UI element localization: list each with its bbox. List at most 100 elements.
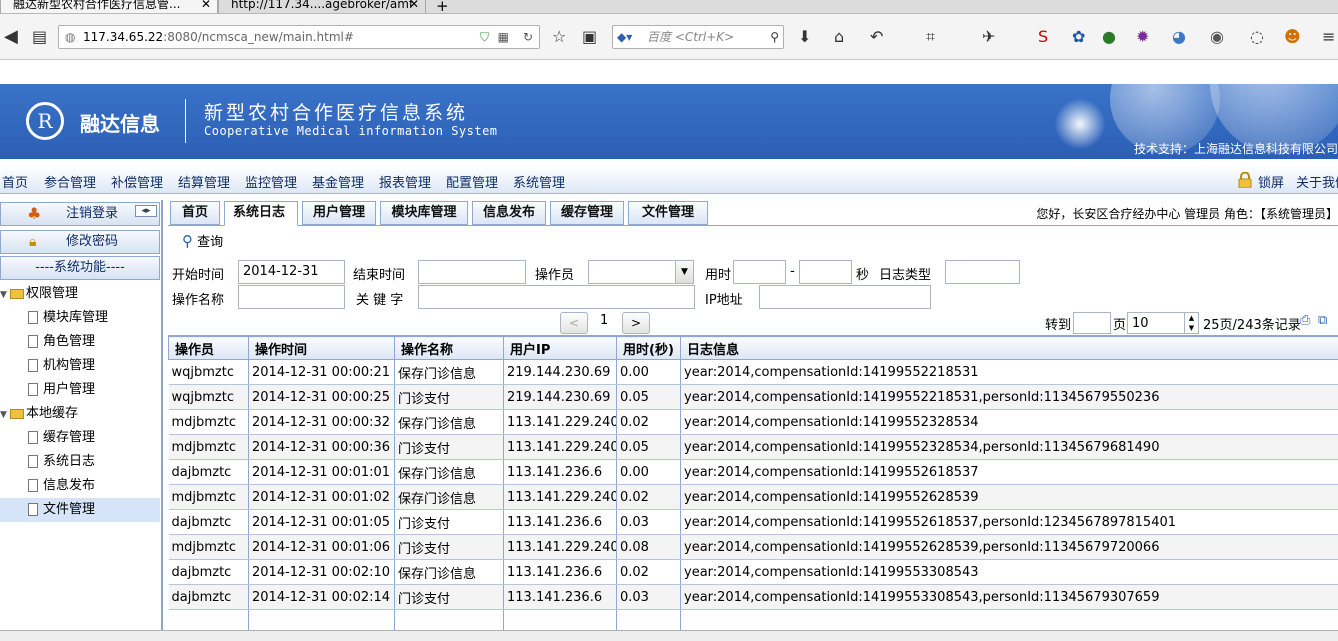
menu-settlement[interactable]: 结算管理 (178, 172, 230, 191)
url-bar[interactable]: ◍ 117.34.65.22:8080/ncmsca_new/main.html… (58, 25, 540, 49)
close-icon[interactable]: ✕ (201, 0, 211, 11)
tab-syslog[interactable]: 系统日志✕ (224, 201, 298, 242)
qr-icon[interactable]: ▦ (498, 26, 509, 48)
tree-item-syslog[interactable]: 系统日志 (0, 450, 160, 474)
menu-report[interactable]: 报表管理 (379, 172, 431, 191)
tree-folder-permissions[interactable]: ▼ 权限管理 (0, 282, 160, 306)
prev-page-button[interactable]: < (560, 312, 588, 334)
tab-label: 模块库管理 (391, 205, 457, 220)
tab-publish[interactable]: 信息发布 (472, 201, 546, 225)
page-size-spinner[interactable]: 10 ▲ ▼ (1127, 312, 1199, 334)
home-icon[interactable]: ⌂ (834, 28, 844, 46)
tab-users[interactable]: 用户管理 (302, 201, 376, 225)
export-icon[interactable]: ⧉ (1318, 313, 1327, 328)
search-icon[interactable]: ⚲ (770, 26, 779, 48)
tab-home[interactable]: 首页 (170, 201, 220, 225)
tree-item-cache[interactable]: 缓存管理 (0, 426, 160, 450)
table-row[interactable]: dajbmztc 2014-12-31 00:01:05 门诊支付 113.14… (168, 509, 1338, 535)
menu-enrollment[interactable]: 参合管理 (44, 172, 96, 191)
change-password-button[interactable]: 🔒︎ 修改密码 (0, 230, 160, 254)
gear-ext-icon[interactable]: ◉ (1210, 28, 1224, 46)
table-row[interactable]: mdjbmztc 2014-12-31 00:00:36 门诊支付 113.14… (168, 434, 1338, 460)
cookie-icon[interactable]: ◌ (1250, 28, 1264, 46)
col-user-ip[interactable]: 用户IP (503, 336, 617, 360)
tree-item-roles[interactable]: 角色管理 (0, 330, 160, 354)
close-icon[interactable]: ✕ (409, 0, 419, 11)
table-row[interactable]: wqjbmztc 2014-12-31 00:00:25 门诊支付 219.14… (168, 384, 1338, 410)
tree-folder-local-cache[interactable]: ▼ 本地缓存 (0, 402, 160, 426)
expand-icon[interactable]: ▼ (0, 283, 10, 307)
table-row[interactable]: dajbmztc 2014-12-31 00:02:10 保存门诊信息 113.… (168, 559, 1338, 585)
crop-icon[interactable]: ⌗ (926, 28, 935, 46)
menu-monitor[interactable]: 监控管理 (245, 172, 297, 191)
table-row[interactable]: wqjbmztc 2014-12-31 00:00:21 保存门诊信息 219.… (168, 359, 1338, 385)
browser-tab-active[interactable]: 融达新型农村合作医疗信息管... ✕ (0, 0, 218, 13)
cell-user-ip: 113.141.236.6 (503, 509, 617, 535)
tab-modules[interactable]: 模块库管理 (380, 201, 468, 225)
chevron-down-icon[interactable]: ▼ (675, 261, 693, 283)
tree-item-modules[interactable]: 模块库管理 (0, 306, 160, 330)
file-icon (28, 311, 38, 324)
new-tab-button[interactable]: + (436, 0, 449, 13)
menu-system[interactable]: 系统管理 (513, 172, 565, 191)
operator-select[interactable]: ▼ (588, 260, 694, 284)
cell-duration: 0.08 (616, 534, 681, 560)
table-row[interactable]: dajbmztc 2014-12-31 00:02:14 门诊支付 113.14… (168, 584, 1338, 610)
reader-icon[interactable]: ▣ (582, 28, 597, 46)
reload-icon[interactable]: ↻ (523, 26, 533, 48)
duration-min-input[interactable] (733, 260, 786, 284)
back-icon[interactable]: ◀ (4, 28, 18, 46)
virus-icon[interactable]: ✹ (1136, 28, 1149, 46)
s-extension-icon[interactable]: S (1038, 28, 1048, 46)
menu-fund[interactable]: 基金管理 (312, 172, 364, 191)
print-icon[interactable]: ⎙ (1300, 313, 1310, 328)
bookmark-star-icon[interactable]: ☆ (552, 28, 566, 46)
col-op-time[interactable]: 操作时间 (248, 336, 395, 360)
table-row[interactable]: dajbmztc 2014-12-31 00:01:01 保存门诊信息 113.… (168, 459, 1338, 485)
search-input[interactable]: ◆▾ 百度 <Ctrl+K> ⚲ (612, 25, 784, 49)
table-row[interactable]: mdjbmztc 2014-12-31 00:00:32 保存门诊信息 113.… (168, 409, 1338, 435)
duration-max-input[interactable] (799, 260, 852, 284)
menu-home[interactable]: 首页 (2, 172, 28, 191)
history-icon[interactable]: ▤ (32, 28, 47, 46)
tree-item-orgs[interactable]: 机构管理 (0, 354, 160, 378)
ip-input[interactable] (759, 285, 931, 309)
col-operator[interactable]: 操作员 (168, 336, 249, 360)
tab-files[interactable]: 文件管理 (628, 201, 708, 225)
tree-item-publish[interactable]: 信息发布 (0, 474, 160, 498)
end-time-input[interactable] (418, 260, 526, 284)
browser-tab[interactable]: http://117.34....agebroker/amf ✕ (218, 0, 426, 13)
col-op-name[interactable]: 操作名称 (394, 336, 504, 360)
spiral-icon[interactable]: ✿ (1072, 28, 1085, 46)
logout-button[interactable]: ♣ 注销登录 ◂▸ (0, 202, 160, 226)
query-button[interactable]: ⚲ 查询 (182, 231, 223, 250)
tab-cache[interactable]: 缓存管理 (550, 201, 624, 225)
spinner-arrows-icon[interactable]: ▲ ▼ (1184, 313, 1198, 333)
lock-screen-button[interactable]: 锁屏 (1258, 172, 1284, 191)
globe-ext-icon[interactable]: ◕ (1172, 28, 1186, 46)
goto-page-input[interactable] (1073, 312, 1111, 334)
tree-item-users[interactable]: 用户管理 (0, 378, 160, 402)
tree-item-files[interactable]: 文件管理 (0, 498, 160, 522)
expand-icon[interactable]: ▼ (0, 403, 10, 427)
menu-config[interactable]: 配置管理 (446, 172, 498, 191)
log-type-input[interactable] (945, 260, 1020, 284)
col-log-info[interactable]: 日志信息 (680, 336, 1338, 360)
table-row[interactable]: mdjbmztc 2014-12-31 00:01:06 门诊支付 113.14… (168, 534, 1338, 560)
collapse-icon[interactable]: ◂▸ (135, 205, 157, 217)
search-icon: ⚲ (182, 232, 193, 250)
table-row[interactable]: mdjbmztc 2014-12-31 00:01:02 保存门诊信息 113.… (168, 484, 1338, 510)
green-circle-icon[interactable]: ● (1102, 28, 1116, 46)
download-icon[interactable]: ⬇ (798, 28, 811, 46)
start-time-input[interactable]: 2014-12-31 (238, 260, 345, 284)
op-name-input[interactable] (238, 285, 345, 309)
plugin-icon[interactable]: ✈ (982, 28, 995, 46)
menu-icon[interactable]: ≡ (1322, 28, 1335, 46)
undo-icon[interactable]: ↶ (870, 28, 883, 46)
about-button[interactable]: 关于我们 (1296, 172, 1338, 191)
menu-compensation[interactable]: 补偿管理 (111, 172, 163, 191)
keyword-input[interactable] (418, 285, 695, 309)
col-duration[interactable]: 用时(秒) (616, 336, 681, 360)
avatar-ext-icon[interactable]: ☻ (1284, 28, 1301, 46)
next-page-button[interactable]: > (622, 312, 650, 334)
